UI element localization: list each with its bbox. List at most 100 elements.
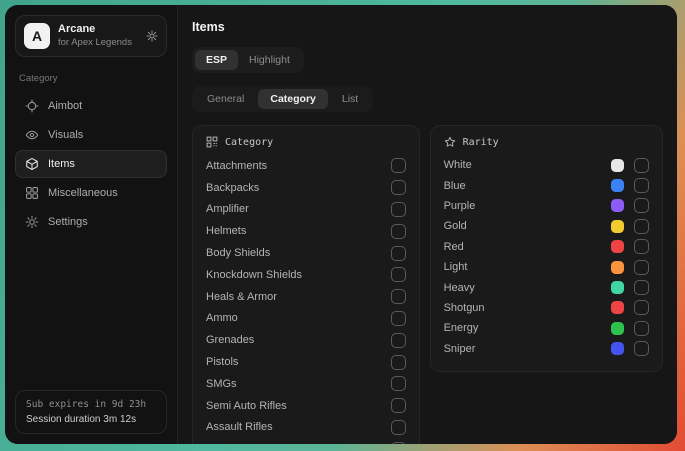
category-row: LMGs — [206, 438, 406, 444]
sidebar-section-label: Category — [19, 73, 163, 84]
checkbox[interactable] — [391, 246, 406, 261]
category-label: Ammo — [206, 312, 391, 324]
sidebar-nav-item[interactable]: Miscellaneous — [15, 179, 167, 207]
category-label: Helmets — [206, 225, 391, 237]
checkbox[interactable] — [634, 158, 649, 173]
color-swatch[interactable] — [611, 301, 624, 314]
rarity-label: White — [444, 159, 601, 171]
rarity-panel-title: Rarity — [463, 137, 499, 148]
category-label: SMGs — [206, 378, 391, 390]
mode-toggle-option[interactable]: Highlight — [238, 50, 301, 70]
color-swatch[interactable] — [611, 240, 624, 253]
cube-icon — [25, 157, 39, 171]
checkbox[interactable] — [391, 158, 406, 173]
category-row: Knockdown Shields — [206, 264, 406, 286]
checkbox[interactable] — [391, 376, 406, 391]
brand-subtitle: for Apex Legends — [58, 37, 138, 49]
tab-bar: General Category List — [192, 86, 373, 112]
sidebar-nav-label: Aimbot — [48, 100, 82, 112]
checkbox[interactable] — [634, 178, 649, 193]
tab[interactable]: General — [195, 89, 256, 109]
sidebar-nav-item[interactable]: Items — [15, 150, 167, 178]
checkbox[interactable] — [634, 219, 649, 234]
brand-logo: A — [24, 23, 50, 49]
rarity-row: Sniper — [444, 339, 649, 359]
checkbox[interactable] — [634, 198, 649, 213]
grid-icon — [25, 186, 39, 200]
subscription-card: Sub expires in 9d 23h Session duration 3… — [15, 390, 167, 434]
color-swatch[interactable] — [611, 179, 624, 192]
checkbox[interactable] — [634, 260, 649, 275]
category-label: Backpacks — [206, 182, 391, 194]
checkbox[interactable] — [391, 333, 406, 348]
sidebar-nav-item[interactable]: Visuals — [15, 121, 167, 149]
category-panel: Category Attachments Backpacks — [192, 125, 420, 444]
checkbox[interactable] — [634, 321, 649, 336]
rarity-panel: Rarity White — [430, 125, 663, 372]
checkbox[interactable] — [391, 420, 406, 435]
page-title: Items — [192, 20, 663, 34]
rarity-row: Blue — [444, 175, 649, 195]
rarity-label: Purple — [444, 200, 601, 212]
brand-card: A Arcane for Apex Legends — [15, 15, 167, 57]
color-swatch[interactable] — [611, 281, 624, 294]
sub-expires-text: Sub expires in 9d 23h — [26, 399, 156, 410]
color-swatch[interactable] — [611, 261, 624, 274]
rarity-row: Light — [444, 257, 649, 277]
rarity-label: Sniper — [444, 343, 601, 355]
category-row: Helmets — [206, 220, 406, 242]
brand-name: Arcane — [58, 23, 138, 37]
checkbox[interactable] — [391, 224, 406, 239]
category-row: Body Shields — [206, 242, 406, 264]
category-label: Semi Auto Rifles — [206, 400, 391, 412]
sidebar-nav-item[interactable]: Settings — [15, 208, 167, 236]
checkbox[interactable] — [391, 202, 406, 217]
category-row: Assault Rifles — [206, 417, 406, 439]
category-label: Grenades — [206, 334, 391, 346]
main-content: Items ESP Highlight General Category — [178, 5, 677, 444]
checkbox[interactable] — [634, 280, 649, 295]
category-label: Pistols — [206, 356, 391, 368]
category-label: Heals & Armor — [206, 291, 391, 303]
checkbox[interactable] — [391, 398, 406, 413]
checkbox[interactable] — [634, 341, 649, 356]
rarity-label: Shotgun — [444, 302, 601, 314]
category-row: Amplifier — [206, 199, 406, 221]
sidebar-nav: Aimbot Visuals Items Miscellaneo — [15, 92, 167, 237]
sidebar: A Arcane for Apex Legends Category Aimbo… — [5, 5, 178, 444]
checkbox[interactable] — [391, 267, 406, 282]
category-panel-title: Category — [225, 137, 273, 148]
checkbox[interactable] — [391, 442, 406, 444]
rarity-row: Energy — [444, 318, 649, 338]
color-swatch[interactable] — [611, 322, 624, 335]
gear-icon[interactable] — [146, 30, 158, 42]
rarity-label: Heavy — [444, 282, 601, 294]
sidebar-nav-label: Visuals — [48, 129, 83, 141]
sidebar-nav-item[interactable]: Aimbot — [15, 92, 167, 120]
rarity-row: Shotgun — [444, 298, 649, 318]
tab[interactable]: Category — [258, 89, 328, 109]
category-row: Pistols — [206, 351, 406, 373]
checkbox[interactable] — [391, 180, 406, 195]
tab[interactable]: List — [330, 89, 370, 109]
sidebar-nav-label: Items — [48, 158, 75, 170]
color-swatch[interactable] — [611, 199, 624, 212]
rarity-label: Red — [444, 241, 601, 253]
checkbox[interactable] — [634, 300, 649, 315]
color-swatch[interactable] — [611, 342, 624, 355]
crosshair-icon — [25, 99, 39, 113]
category-row: Ammo — [206, 308, 406, 330]
eye-icon — [25, 128, 39, 142]
sidebar-nav-label: Miscellaneous — [48, 187, 118, 199]
checkbox[interactable] — [391, 311, 406, 326]
mode-toggle-option[interactable]: ESP — [195, 50, 238, 70]
category-row: Backpacks — [206, 177, 406, 199]
checkbox[interactable] — [391, 355, 406, 370]
category-row: Grenades — [206, 329, 406, 351]
rarity-row: White — [444, 155, 649, 175]
checkbox[interactable] — [391, 289, 406, 304]
color-swatch[interactable] — [611, 220, 624, 233]
checkbox[interactable] — [634, 239, 649, 254]
color-swatch[interactable] — [611, 159, 624, 172]
qr-grid-icon — [206, 136, 218, 148]
